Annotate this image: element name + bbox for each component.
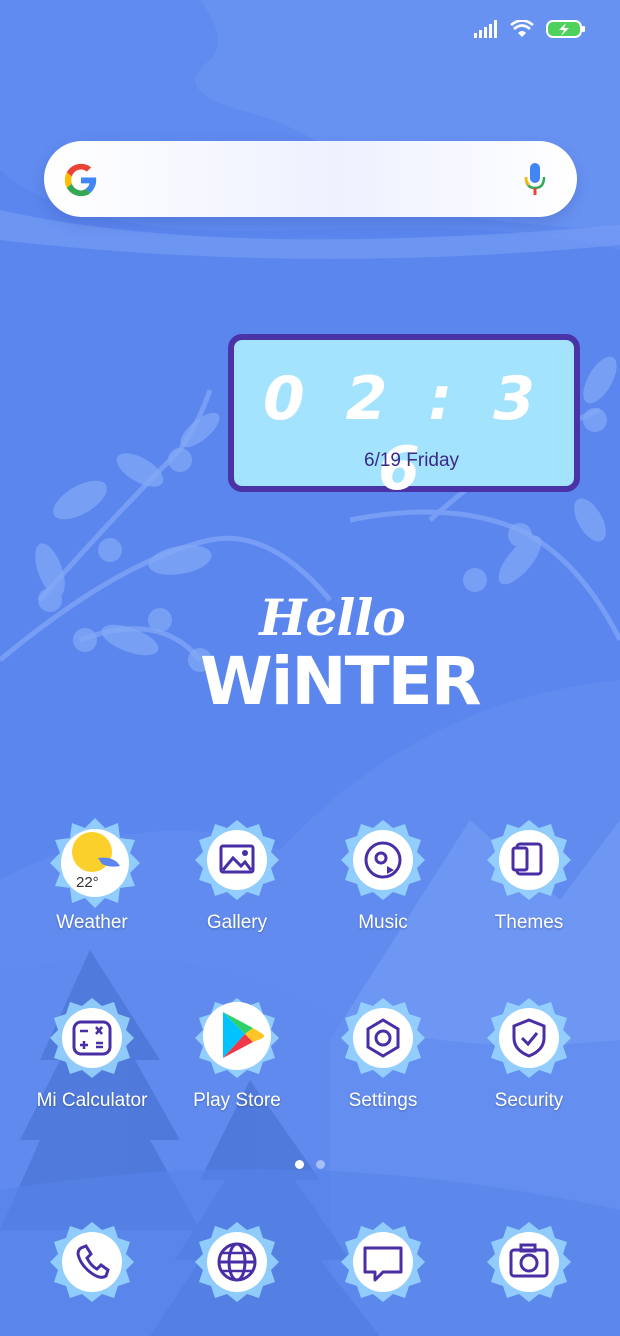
status-bar [474, 14, 586, 44]
app-label: Gallery [206, 912, 268, 933]
app-label: Music [358, 912, 408, 933]
app-music[interactable]: Music [310, 818, 456, 934]
play-store-icon [195, 996, 279, 1080]
app-gallery[interactable]: Gallery [164, 818, 310, 934]
clock-date: 6/19 Friday [364, 450, 460, 471]
dock-camera[interactable] [456, 1220, 602, 1304]
page-indicator [0, 1160, 620, 1169]
camera-icon [487, 1220, 571, 1304]
clock-widget[interactable]: 0 2 : 3 6 6/19 Friday [228, 334, 580, 504]
security-icon [487, 996, 571, 1080]
calculator-icon [50, 996, 134, 1080]
app-label: Themes [494, 912, 564, 933]
themes-icon [487, 818, 571, 902]
greeting-line2: WiNTER [200, 643, 482, 720]
app-label: Security [494, 1090, 564, 1111]
google-search-bar[interactable] [44, 141, 577, 217]
dock-browser[interactable] [164, 1220, 310, 1304]
app-mi-calculator[interactable]: Mi Calculator [19, 996, 165, 1112]
app-label: Play Store [193, 1090, 281, 1111]
browser-icon [195, 1220, 279, 1304]
dock-messages[interactable] [310, 1220, 456, 1304]
app-weather[interactable]: 22° Weather [19, 818, 165, 934]
hello-winter-graphic: Hello WiNTER [200, 588, 482, 720]
app-label: Mi Calculator [36, 1090, 148, 1111]
settings-icon [341, 996, 425, 1080]
app-label: Settings [348, 1090, 418, 1111]
google-logo-icon [64, 163, 97, 197]
app-label: Weather [56, 912, 128, 933]
clock-time: 0 2 : 3 6 [263, 364, 545, 504]
mic-icon[interactable] [523, 162, 547, 196]
app-settings[interactable]: Settings [310, 996, 456, 1112]
page-dot-active[interactable] [295, 1160, 304, 1169]
greeting-line1: Hello [259, 588, 405, 647]
app-security[interactable]: Security [456, 996, 602, 1112]
wifi-icon [510, 20, 534, 37]
battery-charging-icon [546, 20, 585, 38]
music-icon [341, 818, 425, 902]
weather-temp: 22° [76, 874, 99, 891]
weather-icon: 22° [50, 818, 140, 908]
page-dot[interactable] [316, 1160, 325, 1169]
app-play-store[interactable]: Play Store [164, 996, 310, 1112]
phone-icon [50, 1220, 134, 1304]
dock-phone[interactable] [19, 1220, 165, 1304]
gallery-icon [195, 818, 279, 902]
messages-icon [341, 1220, 425, 1304]
signal-icon [474, 20, 497, 38]
app-themes[interactable]: Themes [456, 818, 602, 934]
